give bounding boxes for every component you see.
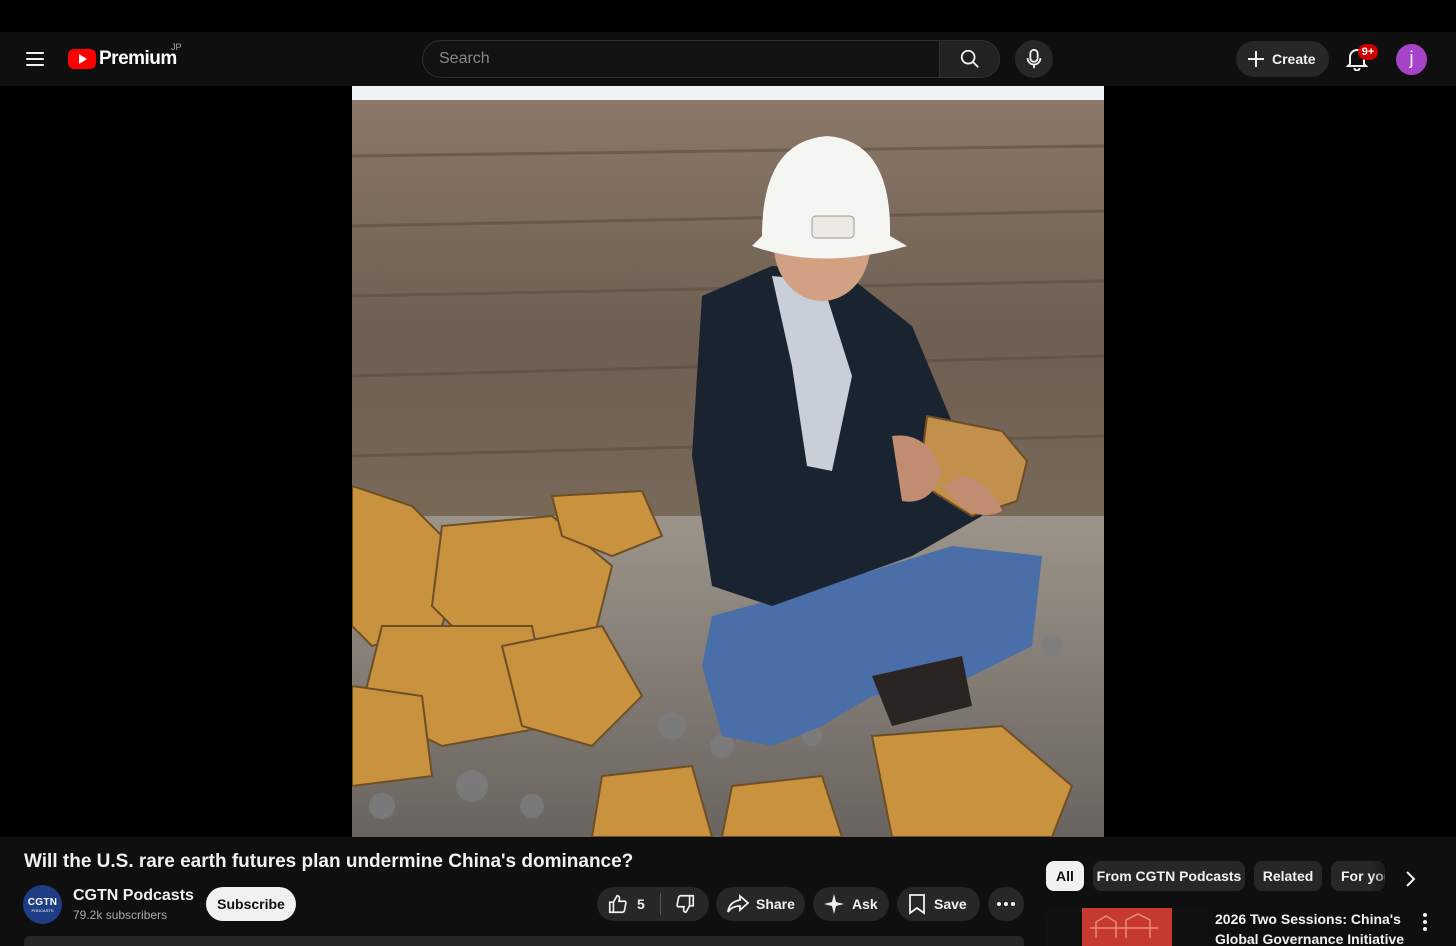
logo-text: Premium bbox=[99, 48, 177, 69]
channel-avatar-text: CGTN bbox=[27, 896, 58, 908]
bookmark-icon bbox=[909, 894, 925, 915]
search-input[interactable] bbox=[422, 40, 939, 78]
search-box bbox=[422, 40, 1000, 78]
chips-next-button[interactable] bbox=[1398, 867, 1422, 891]
like-count: 5 bbox=[637, 896, 645, 912]
thumbnail-image bbox=[1046, 908, 1208, 946]
sparkle-icon bbox=[824, 894, 844, 914]
notification-count-badge: 9+ bbox=[1358, 44, 1378, 60]
thumbs-up-icon bbox=[608, 894, 627, 914]
recommendation-thumbnail[interactable] bbox=[1046, 908, 1208, 946]
share-icon bbox=[727, 894, 750, 913]
subscribe-button[interactable]: Subscribe bbox=[206, 887, 296, 921]
video-frame-image bbox=[352, 86, 1104, 837]
voice-search-button[interactable] bbox=[1015, 40, 1053, 78]
more-actions-button[interactable] bbox=[988, 887, 1024, 921]
save-button[interactable]: Save bbox=[897, 887, 980, 921]
video-title: Will the U.S. rare earth futures plan un… bbox=[24, 851, 634, 872]
microphone-icon bbox=[1026, 48, 1042, 69]
create-label: Create bbox=[1272, 51, 1316, 67]
subscriber-count: 79.2k subscribers bbox=[73, 908, 168, 922]
channel-name[interactable]: CGTN Podcasts bbox=[73, 887, 194, 905]
chip-related[interactable]: Related bbox=[1254, 861, 1322, 891]
video-player[interactable] bbox=[0, 86, 1456, 837]
plus-icon bbox=[1248, 51, 1264, 67]
youtube-premium-logo[interactable]: Premium JP bbox=[68, 42, 182, 74]
account-avatar[interactable]: j bbox=[1396, 44, 1427, 75]
watch-metadata: Will the U.S. rare earth futures plan un… bbox=[0, 837, 1456, 946]
chip-from-channel[interactable]: From CGTN Podcasts bbox=[1093, 861, 1245, 891]
ask-button[interactable]: Ask bbox=[813, 887, 889, 921]
thumbs-down-icon bbox=[676, 894, 695, 914]
recommendation-title[interactable]: 2026 Two Sessions: China's Global Govern… bbox=[1215, 909, 1415, 946]
channel-avatar-subtext: PODCASTS bbox=[31, 907, 54, 913]
more-horizontal-icon bbox=[997, 902, 1015, 906]
save-label: Save bbox=[934, 896, 967, 912]
description-box[interactable] bbox=[24, 936, 1024, 946]
youtube-play-icon bbox=[68, 49, 96, 69]
recommendation-menu-button[interactable] bbox=[1416, 911, 1434, 933]
dislike-button[interactable] bbox=[661, 887, 709, 921]
like-button[interactable]: 5 bbox=[597, 893, 661, 915]
menu-icon[interactable] bbox=[20, 44, 50, 74]
chevron-right-icon bbox=[1406, 871, 1416, 887]
create-button[interactable]: Create bbox=[1236, 41, 1329, 77]
video-frame[interactable] bbox=[352, 86, 1104, 837]
like-dislike-group: 5 bbox=[597, 887, 709, 921]
search-icon bbox=[960, 49, 979, 68]
share-label: Share bbox=[756, 896, 795, 912]
channel-avatar[interactable]: CGTN PODCASTS bbox=[23, 885, 62, 924]
region-code: JP bbox=[171, 42, 182, 52]
ask-label: Ask bbox=[852, 896, 878, 912]
search-button[interactable] bbox=[939, 40, 1000, 78]
share-button[interactable]: Share bbox=[716, 887, 805, 921]
masthead: Premium JP Create 9+ j bbox=[0, 32, 1456, 86]
chip-all[interactable]: All bbox=[1046, 861, 1084, 891]
chips-fade bbox=[1370, 859, 1400, 893]
top-strip bbox=[0, 0, 1456, 32]
